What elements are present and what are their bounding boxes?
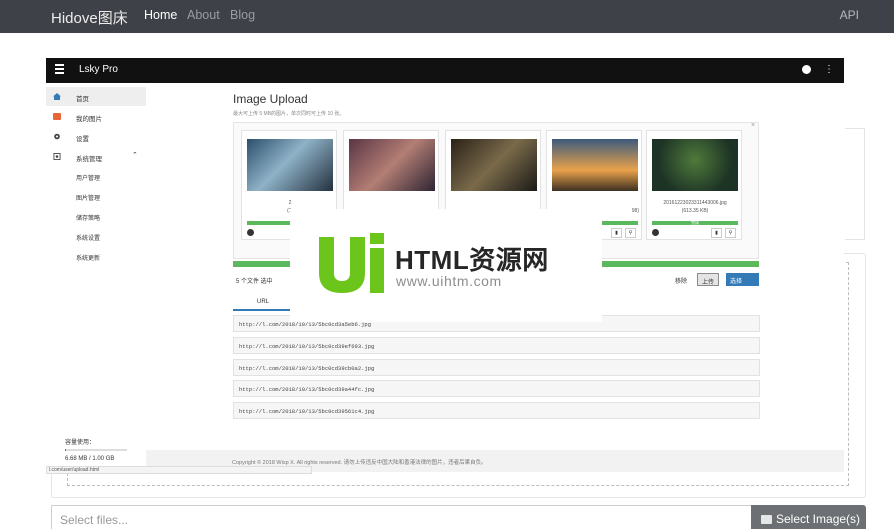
thumbnail-image [552,139,638,191]
inner-app-title: Lsky Pro [79,64,118,75]
sidebar-item-my-images[interactable]: 我的图片 [46,107,146,126]
thumbnail-image [652,139,738,191]
sidebar-item-settings[interactable]: 设置 [46,127,146,146]
status-url: l.com/user/upload.html [46,466,312,474]
quota-bar [65,449,127,451]
url-row[interactable]: http://l.com/2018/10/13/5bc0cd39cb0a2.jp… [233,359,760,376]
select-images-button[interactable]: Select Image(s) [751,505,866,529]
sidebar-subitem-storage[interactable]: 储存策略 [76,213,100,222]
user-icon[interactable] [802,65,811,74]
inner-appbar: Lsky Pro ⋮ [46,58,844,83]
quota-value: 6.68 MB / 1.00 GB [65,456,115,462]
watermark-title: HTML资源网 [395,245,549,275]
upload-button[interactable]: 上传 [697,273,720,286]
home-icon [53,93,61,100]
info-panel [845,128,865,240]
url-row[interactable]: http://l.com/2018/10/13/5bc0cd39561c4.jp… [233,402,760,419]
thumbnail-image [451,139,537,191]
nav-home[interactable]: Home [144,8,177,22]
watermark-url: www.uihtm.com [396,273,502,289]
menu-icon[interactable] [55,64,64,76]
select-button[interactable]: 选择 [726,273,759,286]
tab-url[interactable]: URL [233,294,293,311]
gear-icon [54,133,60,140]
thumbnail-caption: 2 [288,200,292,206]
select-images-label: Select Image(s) [776,512,861,526]
thumbnail-size: (613.35 KB) [681,208,709,214]
quota-label: 容量使用： [65,440,96,446]
remove-button[interactable]: 移除 [671,273,691,286]
brand-logo[interactable]: Hidove图床 [51,7,128,28]
file-count: 5 个文件 选中 [236,279,273,285]
sidebar-subitem-update[interactable]: 系统更新 [76,253,100,262]
zoom-icon[interactable]: ⚲ [725,228,736,238]
file-path-input[interactable]: Select files... [51,505,753,529]
nav-blog[interactable]: Blog [230,8,255,22]
delete-icon[interactable]: ▮ [711,228,722,238]
ui-logo-icon [319,233,384,293]
sidebar-subitem-images[interactable]: 图片管理 [76,193,100,202]
sidebar-subitem-users[interactable]: 用户管理 [76,173,100,182]
sidebar-label: 首页 [76,96,89,103]
thumbnail-image [349,139,435,191]
sidebar-item-home[interactable]: 首页 [46,87,146,106]
close-icon[interactable]: × [751,122,755,129]
url-row[interactable]: http://l.com/2018/10/13/5bc0cd39ef693.jp… [233,337,760,354]
chevron-up-icon: ⌃ [132,152,138,159]
thumbnail-progress: 完成 [652,221,738,225]
upload-subtitle: 最大可上传 5 MB的图片，单次同时可上传 10 张。 [233,111,345,117]
check-icon [247,229,254,236]
watermark: HTML资源网 www.uihtm.com [290,209,602,322]
sidebar-item-admin[interactable]: 系统管理 ⌃ [46,147,146,166]
thumbnail-card[interactable]: 20161223023311443006.jpg (613.35 KB) 完成 … [646,130,742,240]
nav-about[interactable]: About [187,8,220,22]
image-icon [53,113,61,120]
sidebar-label: 我的图片 [76,116,102,123]
folder-icon [761,515,772,524]
thumbnail-image [247,139,333,191]
check-icon [652,229,659,236]
sidebar-label: 设置 [76,136,89,143]
admin-icon [53,153,61,160]
more-icon[interactable]: ⋮ [824,64,834,75]
nav-api[interactable]: API [840,8,859,22]
delete-icon[interactable]: ▮ [611,228,622,238]
sidebar-subitem-system[interactable]: 系统设置 [76,233,100,242]
top-navbar: Hidove图床 Home About Blog API [0,0,894,33]
zoom-icon[interactable]: ⚲ [625,228,636,238]
thumbnail-caption: 20161223023311443006.jpg [663,200,727,206]
sidebar-label: 系统管理 [76,156,102,163]
url-row[interactable]: http://l.com/2018/10/13/5bc0cd39a44fc.jp… [233,380,760,397]
upload-title: Image Upload [233,92,308,106]
inner-sidebar: 首页 我的图片 设置 系统管理 ⌃ 用户管理 图片管理 储存策略 系统设置 系统… [46,87,146,472]
